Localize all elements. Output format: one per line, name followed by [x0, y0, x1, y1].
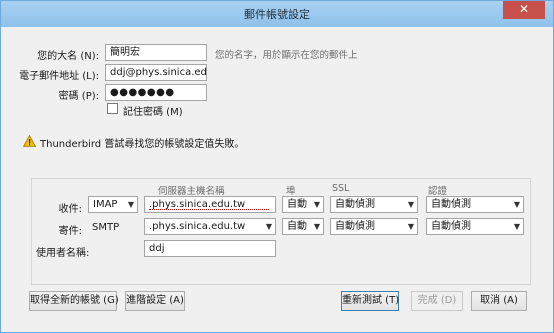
- auth-column-header: 認證: [428, 186, 448, 197]
- incoming-protocol-select[interactable]: IMAP ▼: [88, 196, 138, 213]
- title-bar: 郵件帳號設定 ✕: [1, 1, 553, 27]
- server-settings-panel: 伺服器主機名稱 埠 SSL 認證 收件: IMAP ▼ .phys.sinica…: [31, 178, 531, 285]
- name-input[interactable]: 簡明宏: [105, 44, 207, 61]
- name-hint: 您的名字，用於顯示在您的郵件上: [215, 50, 358, 61]
- outgoing-ssl-value: 自動偵測: [335, 221, 375, 232]
- outgoing-hostname-select[interactable]: .phys.sinica.edu.tw ▼: [144, 218, 276, 235]
- email-input[interactable]: ddj@phys.sinica.edu.tw: [105, 64, 207, 81]
- incoming-auth-value: 自動偵測: [431, 199, 471, 210]
- get-new-account-button[interactable]: 取得全新的帳號 (G): [29, 291, 119, 311]
- status-message: Thunderbird 嘗試尋找您的帳號設定值失敗。: [40, 139, 245, 150]
- outgoing-hostname-value: .phys.sinica.edu.tw: [149, 221, 246, 232]
- incoming-ssl-select[interactable]: 自動偵測 ▼: [330, 196, 418, 213]
- account-setup-dialog: 郵件帳號設定 ✕ 您的大名 (N): 簡明宏 您的名字，用於顯示在您的郵件上 電…: [0, 0, 554, 333]
- incoming-ssl-value: 自動偵測: [335, 199, 375, 210]
- chevron-down-icon: ▼: [407, 200, 414, 209]
- outgoing-ssl-select[interactable]: 自動偵測 ▼: [330, 218, 418, 235]
- outgoing-auth-select[interactable]: 自動偵測 ▼: [426, 218, 524, 235]
- password-label: 密碼 (P):: [58, 91, 99, 102]
- password-input[interactable]: ●●●●●●●: [105, 84, 207, 101]
- outgoing-port-value: 自動: [287, 221, 307, 232]
- chevron-down-icon: ▼: [313, 200, 320, 209]
- outgoing-port-select[interactable]: 自動 ▼: [282, 218, 324, 235]
- incoming-hostname-input[interactable]: .phys.sinica.edu.tw: [144, 196, 276, 213]
- username-input[interactable]: ddj: [144, 240, 276, 257]
- spellcheck-underline: [149, 208, 269, 210]
- remember-password-checkbox[interactable]: [107, 103, 118, 114]
- incoming-protocol-value: IMAP: [93, 199, 118, 210]
- window-title: 郵件帳號設定: [244, 8, 310, 21]
- incoming-port-value: 自動: [287, 199, 307, 210]
- name-label: 您的大名 (N):: [37, 51, 99, 62]
- chevron-down-icon: ▼: [513, 222, 520, 231]
- chevron-down-icon: ▼: [407, 222, 414, 231]
- warning-icon: [23, 135, 36, 147]
- ssl-column-header: SSL: [332, 183, 350, 194]
- email-label: 電子郵件地址 (L):: [19, 71, 99, 82]
- outgoing-label: 寄件:: [58, 226, 82, 237]
- chevron-down-icon: ▼: [127, 200, 134, 209]
- remember-password-label: 記住密碼 (M): [123, 107, 183, 118]
- username-label: 使用者名稱:: [36, 248, 90, 259]
- incoming-port-select[interactable]: 自動 ▼: [282, 196, 324, 213]
- chevron-down-icon: ▼: [265, 222, 272, 231]
- chevron-down-icon: ▼: [313, 222, 320, 231]
- cancel-button[interactable]: 取消 (A): [471, 291, 527, 311]
- hostname-column-header: 伺服器主機名稱: [158, 186, 225, 197]
- incoming-label: 收件:: [58, 204, 82, 215]
- chevron-down-icon: ▼: [513, 200, 520, 209]
- retest-button[interactable]: 重新測試 (T): [341, 291, 399, 311]
- close-button[interactable]: ✕: [503, 1, 545, 19]
- outgoing-protocol: SMTP: [92, 222, 120, 233]
- done-button[interactable]: 完成 (D): [411, 291, 463, 311]
- incoming-auth-select[interactable]: 自動偵測 ▼: [426, 196, 524, 213]
- dialog-content: 您的大名 (N): 簡明宏 您的名字，用於顯示在您的郵件上 電子郵件地址 (L)…: [9, 28, 545, 325]
- port-column-header: 埠: [286, 186, 296, 197]
- outgoing-auth-value: 自動偵測: [431, 221, 471, 232]
- advanced-settings-button[interactable]: 進階設定 (A): [125, 291, 185, 311]
